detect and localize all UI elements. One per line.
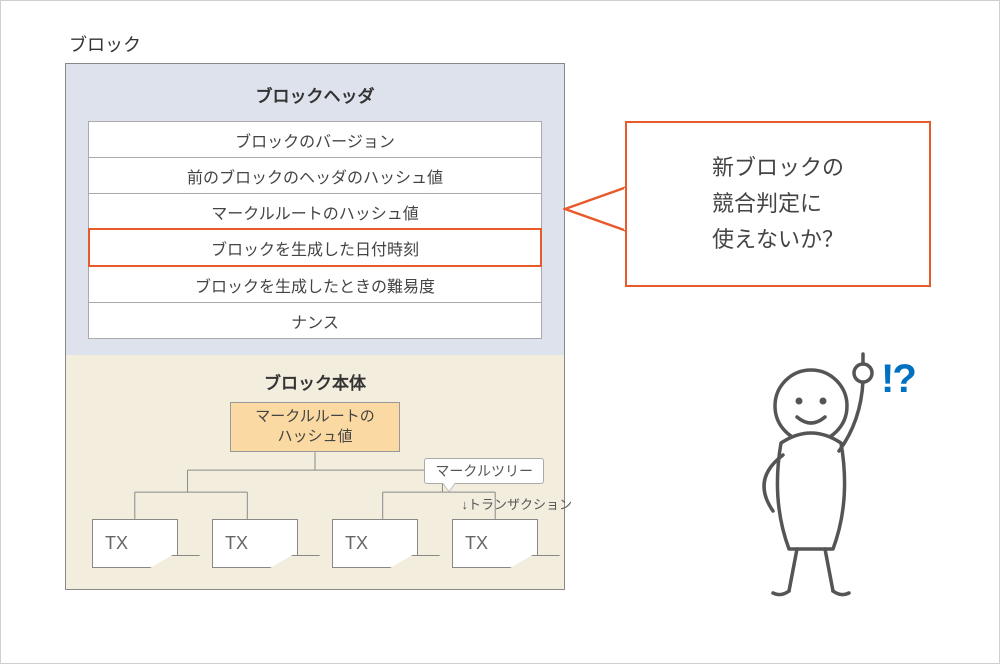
tx-row: TX TX TX TX	[88, 519, 542, 567]
tx-box: TX	[212, 519, 298, 567]
speech-bubble: 新ブロックの競合判定に使えないか？	[625, 121, 931, 287]
block-outer: ブロック ブロックヘッダ ブロックのバージョン 前のブロックのヘッダのハッシュ値…	[65, 31, 565, 590]
header-row-prev-hash: 前のブロックのヘッダのハッシュ値	[88, 157, 542, 193]
header-row-nonce: ナンス	[88, 302, 542, 339]
tx-box: TX	[332, 519, 418, 567]
header-row-timestamp: ブロックを生成した日付時刻	[88, 228, 542, 267]
header-rows: ブロックのバージョン 前のブロックのヘッダのハッシュ値 マークルルートのハッシュ…	[88, 121, 542, 339]
merkle-tree-area: マークルツリー ↓トランザクション TX TX TX TX	[88, 452, 542, 567]
block-header-section: ブロックヘッダ ブロックのバージョン 前のブロックのヘッダのハッシュ値 マークル…	[66, 64, 564, 355]
character-icon	[711, 351, 911, 601]
block-header-title: ブロックヘッダ	[88, 82, 542, 107]
merkle-root-box: マークルルートのハッシュ値	[230, 402, 400, 452]
block-body-section: ブロック本体 マークルルートのハッシュ値	[66, 355, 564, 589]
header-row-merkle-root: マークルルートのハッシュ値	[88, 193, 542, 229]
header-row-difficulty: ブロックを生成したときの難易度	[88, 266, 542, 302]
tx-box: TX	[452, 519, 538, 567]
block-title: ブロック	[65, 31, 565, 57]
block-box: ブロックヘッダ ブロックのバージョン 前のブロックのヘッダのハッシュ値 マークル…	[65, 63, 565, 590]
transaction-label: ↓トランザクション	[461, 494, 572, 513]
speech-tail-icon	[563, 185, 629, 233]
diagram-canvas: ブロック ブロックヘッダ ブロックのバージョン 前のブロックのヘッダのハッシュ値…	[0, 0, 1000, 664]
header-row-version: ブロックのバージョン	[88, 121, 542, 157]
tx-box: TX	[92, 519, 178, 567]
block-body-title: ブロック本体	[88, 369, 542, 394]
merkle-tree-label: マークルツリー	[424, 458, 544, 484]
